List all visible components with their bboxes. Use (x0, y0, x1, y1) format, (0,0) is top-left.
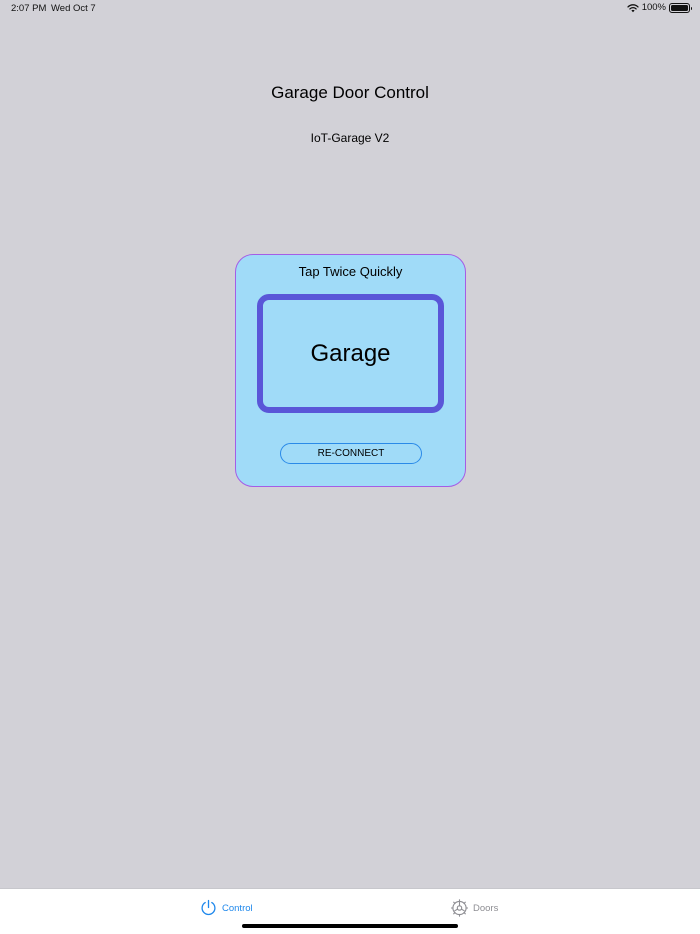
wifi-icon (627, 3, 639, 13)
tab-control[interactable]: Control (200, 899, 253, 917)
tab-doors[interactable]: Doors (451, 899, 498, 917)
control-card: Tap Twice Quickly Garage RE-CONNECT (235, 254, 466, 487)
power-icon (200, 899, 217, 917)
tap-hint: Tap Twice Quickly (298, 264, 403, 279)
status-time: 2:07 PM (11, 3, 47, 14)
battery-percent: 100% (641, 2, 666, 13)
page-subtitle: IoT-Garage V2 (310, 131, 390, 145)
home-indicator[interactable] (242, 924, 458, 928)
tab-doors-label: Doors (473, 902, 499, 914)
battery-icon (669, 2, 692, 13)
reconnect-button[interactable]: RE-CONNECT (280, 443, 422, 464)
garage-button-label: Garage (310, 339, 391, 367)
garage-button[interactable]: Garage (257, 294, 444, 413)
gear-icon (451, 899, 468, 917)
status-bar: 2:07 PM Wed Oct 7 100% (0, 0, 700, 18)
tab-control-label: Control (222, 902, 253, 914)
status-date: Wed Oct 7 (51, 3, 96, 14)
reconnect-button-label: RE-CONNECT (317, 448, 385, 459)
page-title: Garage Door Control (271, 83, 429, 102)
status-right: 100% (627, 2, 692, 13)
